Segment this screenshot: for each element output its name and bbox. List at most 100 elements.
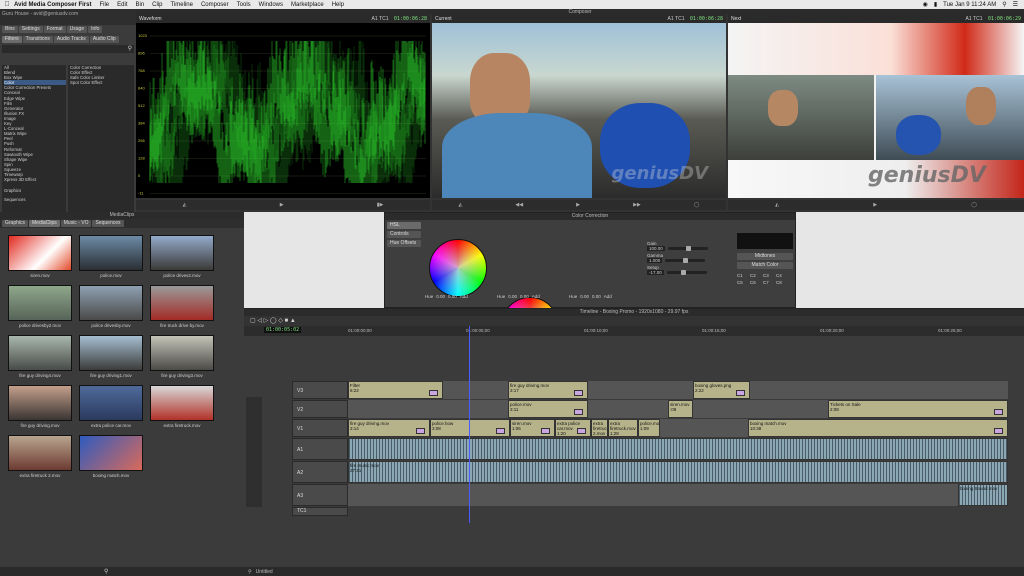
clip-item[interactable]: fire guy driving1.mov [79,335,143,378]
clip-item[interactable]: police.mov [79,235,143,278]
tab-audio-tracks[interactable]: Audio Tracks [53,36,89,43]
track-row[interactable]: boxing Sound.mov [348,484,1008,506]
track-header[interactable]: V1 [292,419,348,437]
clip-thumbnail[interactable] [8,285,72,321]
step-icon[interactable]: ▮▶ [377,202,384,208]
track-header[interactable]: A1 [292,438,348,460]
track-header[interactable]: A2 [292,461,348,483]
cc-bucket[interactable]: C2 [750,273,761,278]
clip-thumbnail[interactable] [150,385,214,421]
mark-out-icon[interactable]: ◯ [971,202,977,208]
menu-list-icon[interactable]: ☰ [1013,1,1018,8]
clip-thumbnail[interactable] [79,235,143,271]
effect-item[interactable]: Spot Color Effect [70,80,134,85]
add-label[interactable]: Add [460,294,468,299]
add-label[interactable]: Add [604,294,612,299]
setup-value[interactable]: -17.00 [647,270,664,275]
search-icon[interactable]: ⚲ [104,568,108,575]
gain-slider[interactable] [667,246,708,251]
clip-thumbnail[interactable] [8,335,72,371]
tab-audio-clip[interactable]: Audio Clip [89,36,119,43]
menu-help[interactable]: Help [332,2,344,8]
hue-value[interactable]: 0.00 [508,294,517,299]
timeline-clip[interactable]: fire music.mov 27:21 [348,461,1008,483]
sat-value[interactable]: 0.00 [592,294,601,299]
track-row[interactable] [348,438,1008,460]
sat-value[interactable]: 0.00 [520,294,529,299]
clip-item[interactable]: police drivesby2.mov [8,285,72,328]
tab-settings[interactable]: Settings [18,26,43,33]
effect-icon[interactable] [574,409,583,415]
track-label[interactable]: V1 [297,426,303,432]
cc-bucket[interactable]: C4 [776,273,787,278]
gain-value[interactable]: 100.00 [647,246,665,251]
timeline-clip[interactable]: police.mov 3:11 [508,400,588,418]
menu-tools[interactable]: Tools [237,2,251,8]
timeline-clip[interactable]: Filter 6:22 [348,381,443,399]
timeline-clip[interactable]: police.how 3:08 [430,419,510,437]
track-row[interactable]: police.mov 3:11 siren.mov:08 Tickets on Sal… [348,400,1008,418]
effect-category-item[interactable]: Graphics [4,188,66,193]
timeline-clip[interactable]: boxing Sound.mov [958,484,1008,506]
clip-thumbnail[interactable] [150,235,214,271]
menu-bin[interactable]: Bin [135,2,144,8]
cc-bucket[interactable]: C5 [737,280,748,285]
cc-bucket[interactable]: C3 [763,273,774,278]
track-label[interactable]: V2 [297,407,303,413]
effect-icon[interactable] [541,428,550,434]
zoom-icon[interactable]: ⚲ [248,569,252,575]
menu-edit[interactable]: Edit [117,2,127,8]
track-label[interactable]: A1 [297,447,303,453]
effect-category-item[interactable]: Sequences [4,197,66,202]
effect-category-item[interactable]: Xpress 3D Effect [4,177,66,182]
track-label[interactable]: A2 [297,470,303,476]
clip-item[interactable]: fire truck drive by.mov [150,285,214,328]
clip-item[interactable]: police drivesby.mov [79,285,143,328]
timeline-clip[interactable]: siren.mov:08 [668,400,693,418]
setup-slider[interactable] [666,270,707,275]
mark-out-icon[interactable]: ◯ [694,202,700,208]
apple-icon[interactable]:  [0,1,14,8]
effect-icon[interactable] [416,428,425,434]
clip-thumbnail[interactable] [79,435,143,471]
current-tcmode[interactable]: TC1 [675,16,684,22]
clip-item[interactable]: police drives2.mov [150,235,214,278]
track-label[interactable]: V3 [297,388,303,394]
clip-item[interactable]: extra firetruck 2.mov [8,435,72,478]
cc-bucket[interactable]: C8 [776,280,787,285]
effect-icon[interactable] [496,428,505,434]
current-label[interactable]: Current [435,16,452,22]
prev-edit-icon[interactable]: ◀◀ [515,202,523,208]
play-icon[interactable]: ▶ [873,202,877,208]
current-frame[interactable]: geniusDV [432,23,726,198]
track-row[interactable]: Filter 6:22 fire guy driving.mov 3:17 boxing… [348,381,1008,399]
sat-value[interactable]: 0.00 [448,294,457,299]
timeline-clip[interactable]: boxing gloves.png 2:22 [693,381,750,399]
next-track[interactable]: A1 [966,16,972,22]
clip-thumbnail[interactable] [79,335,143,371]
shadows-wheel[interactable] [429,239,487,297]
clip-thumbnail[interactable] [150,285,214,321]
tab-controls[interactable]: Controls [387,231,421,238]
hue-value[interactable]: 0.00 [580,294,589,299]
clip-thumbnail[interactable] [8,235,72,271]
tab-bins[interactable]: Bins [2,26,18,33]
wifi-icon[interactable]: ◉ [923,1,928,8]
effect-icon[interactable] [429,390,438,396]
menu-windows[interactable]: Windows [259,2,283,8]
menu-timeline[interactable]: Timeline [171,2,193,8]
next-tcmode[interactable]: TC1 [973,16,982,22]
tab-graphics[interactable]: Graphics [2,220,29,227]
waveform-track[interactable]: A1 [372,16,378,22]
clip-item[interactable]: fire guy driving4.mov [8,335,72,378]
match-color-button[interactable]: Match Color [737,262,793,269]
clip-item[interactable]: fire guy driving.mov [8,385,72,428]
track-row[interactable]: fire music.mov 27:21 [348,461,1008,483]
midtones-select[interactable]: Midtones [737,253,793,260]
mark-in-icon[interactable]: ◭ [775,202,779,208]
clip-item[interactable]: siren.mov [8,235,72,278]
sequence-name[interactable]: Untitled [256,569,273,575]
toolbar-icons[interactable]: ▢ ◁ ▷ ◯ ◇ ■ ▲ [250,317,296,324]
search-icon[interactable]: ⚲ [1002,1,1006,8]
track-row[interactable]: fire guy driving.mov 3:14 police.how 3:08 si… [348,419,1008,437]
